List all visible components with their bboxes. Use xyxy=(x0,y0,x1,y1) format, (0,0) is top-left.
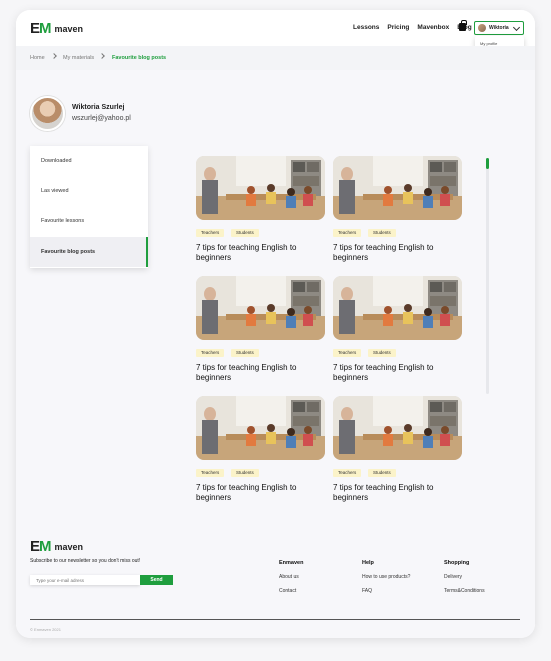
blog-post-card[interactable]: Teachers Students 7 tips for teaching En… xyxy=(196,276,325,391)
blog-post-image[interactable] xyxy=(333,276,462,340)
tag-students[interactable]: Students xyxy=(368,229,396,237)
avatar xyxy=(478,24,486,32)
blog-post-title[interactable]: 7 tips for teaching English to beginners xyxy=(196,363,325,382)
nav-lessons[interactable]: Lessons xyxy=(353,24,379,31)
footer-col-enmaven: Enmaven About us Contact xyxy=(279,560,303,602)
logo-text: maven xyxy=(54,23,84,34)
app-window: EM maven Lessons Pricing Mavenbox Blog W… xyxy=(16,10,535,638)
nav-pricing[interactable]: Pricing xyxy=(387,24,409,31)
breadcrumb-home[interactable]: Home xyxy=(30,55,45,61)
tag-students[interactable]: Students xyxy=(368,469,396,477)
blog-post-image[interactable] xyxy=(333,396,462,460)
newsletter-email-input[interactable] xyxy=(30,575,140,585)
blog-post-title[interactable]: 7 tips for teaching English to beginners xyxy=(196,483,325,502)
user-menu-button[interactable]: Wiktoria xyxy=(474,21,524,35)
send-button[interactable]: Send xyxy=(140,575,173,585)
scrollbar-track[interactable] xyxy=(486,158,489,394)
footer-link-how-to[interactable]: How to use products? xyxy=(362,574,410,580)
blog-post-card[interactable]: Teachers Students 7 tips for teaching En… xyxy=(333,276,462,391)
blog-post-image[interactable] xyxy=(196,276,325,340)
user-name: Wiktoria xyxy=(489,25,509,31)
footer-heading: Enmaven xyxy=(279,560,304,566)
footer-col-help: Help How to use products? FAQ xyxy=(362,560,410,602)
blog-post-title[interactable]: 7 tips for teaching English to beginners xyxy=(333,483,462,502)
sidebar-item-favourite-lessons[interactable]: Favourite lessons xyxy=(30,206,148,236)
logo-text: maven xyxy=(54,541,84,552)
nav-mavenbox[interactable]: Mavenbox xyxy=(417,24,449,31)
blog-post-title[interactable]: 7 tips for teaching English to beginners xyxy=(196,243,325,262)
blog-post-title[interactable]: 7 tips for teaching English to beginners xyxy=(333,363,462,382)
profile-name: Wiktoria Szurlej xyxy=(72,104,125,111)
tag-students[interactable]: Students xyxy=(231,469,259,477)
shopping-bag-icon[interactable] xyxy=(459,20,467,31)
footer-link-about[interactable]: About us xyxy=(279,574,303,580)
blog-post-card[interactable]: Teachers Students 7 tips for teaching En… xyxy=(196,396,325,511)
profile-email: wszurlej@yahoo.pl xyxy=(72,115,131,122)
tag-teachers[interactable]: Teachers xyxy=(196,349,225,357)
tag-students[interactable]: Students xyxy=(368,349,396,357)
tag-teachers[interactable]: Teachers xyxy=(333,229,362,237)
sidebar-item-last-viewed[interactable]: Las viewed xyxy=(30,176,148,206)
footer: EM maven Subscribe to our newsletter so … xyxy=(16,508,535,638)
breadcrumb: Home My materials Favourite blog posts xyxy=(16,46,535,70)
tag-students[interactable]: Students xyxy=(231,229,259,237)
chevron-down-icon xyxy=(512,23,521,32)
blog-post-image[interactable] xyxy=(196,156,325,220)
profile-avatar xyxy=(30,96,65,131)
scrollbar-thumb[interactable] xyxy=(486,158,489,169)
logo-mark: EM xyxy=(30,538,51,555)
footer-divider xyxy=(30,619,520,620)
blog-post-card[interactable]: Teachers Students 7 tips for teaching En… xyxy=(333,396,462,511)
logo[interactable]: EM maven xyxy=(30,20,83,37)
footer-col-shopping: Shopping Delivery Terms&Conditions xyxy=(444,560,485,602)
blog-post-image[interactable] xyxy=(196,396,325,460)
copyright: © Enmaven 2021 xyxy=(30,627,61,632)
tag-teachers[interactable]: Teachers xyxy=(333,349,362,357)
newsletter-text: Subscribe to our newsletter so you don't… xyxy=(30,558,141,564)
materials-sidebar: Downloaded Las viewed Favourite lessons … xyxy=(30,146,148,268)
logo-mark: EM xyxy=(30,20,51,37)
blog-post-title[interactable]: 7 tips for teaching English to beginners xyxy=(333,243,462,262)
footer-link-faq[interactable]: FAQ xyxy=(362,588,410,594)
blog-post-card[interactable]: Teachers Students 7 tips for teaching En… xyxy=(196,156,325,271)
tag-students[interactable]: Students xyxy=(231,349,259,357)
sidebar-item-downloaded[interactable]: Downloaded xyxy=(30,146,148,176)
top-header: EM maven Lessons Pricing Mavenbox Blog W… xyxy=(16,10,535,46)
breadcrumb-my-materials[interactable]: My materials xyxy=(63,55,94,61)
main-content: Wiktoria Szurlej wszurlej@yahoo.pl Downl… xyxy=(16,70,535,508)
footer-logo[interactable]: EM maven xyxy=(30,538,83,555)
tag-teachers[interactable]: Teachers xyxy=(196,469,225,477)
breadcrumb-current: Favourite blog posts xyxy=(112,55,167,61)
blog-post-card[interactable]: Teachers Students 7 tips for teaching En… xyxy=(333,156,462,271)
chevron-right-icon xyxy=(99,53,105,59)
footer-link-contact[interactable]: Contact xyxy=(279,588,303,594)
tag-teachers[interactable]: Teachers xyxy=(196,229,225,237)
main-nav: Lessons Pricing Mavenbox Blog xyxy=(353,24,472,31)
footer-link-terms[interactable]: Terms&Conditions xyxy=(444,588,485,594)
footer-link-delivery[interactable]: Delivery xyxy=(444,574,485,580)
blog-post-image[interactable] xyxy=(333,156,462,220)
footer-heading: Help xyxy=(362,560,374,566)
footer-heading: Shopping xyxy=(444,560,470,566)
tag-teachers[interactable]: Teachers xyxy=(333,469,362,477)
chevron-right-icon xyxy=(51,53,57,59)
sidebar-item-favourite-blog-posts[interactable]: Favourite blog posts xyxy=(30,237,148,267)
